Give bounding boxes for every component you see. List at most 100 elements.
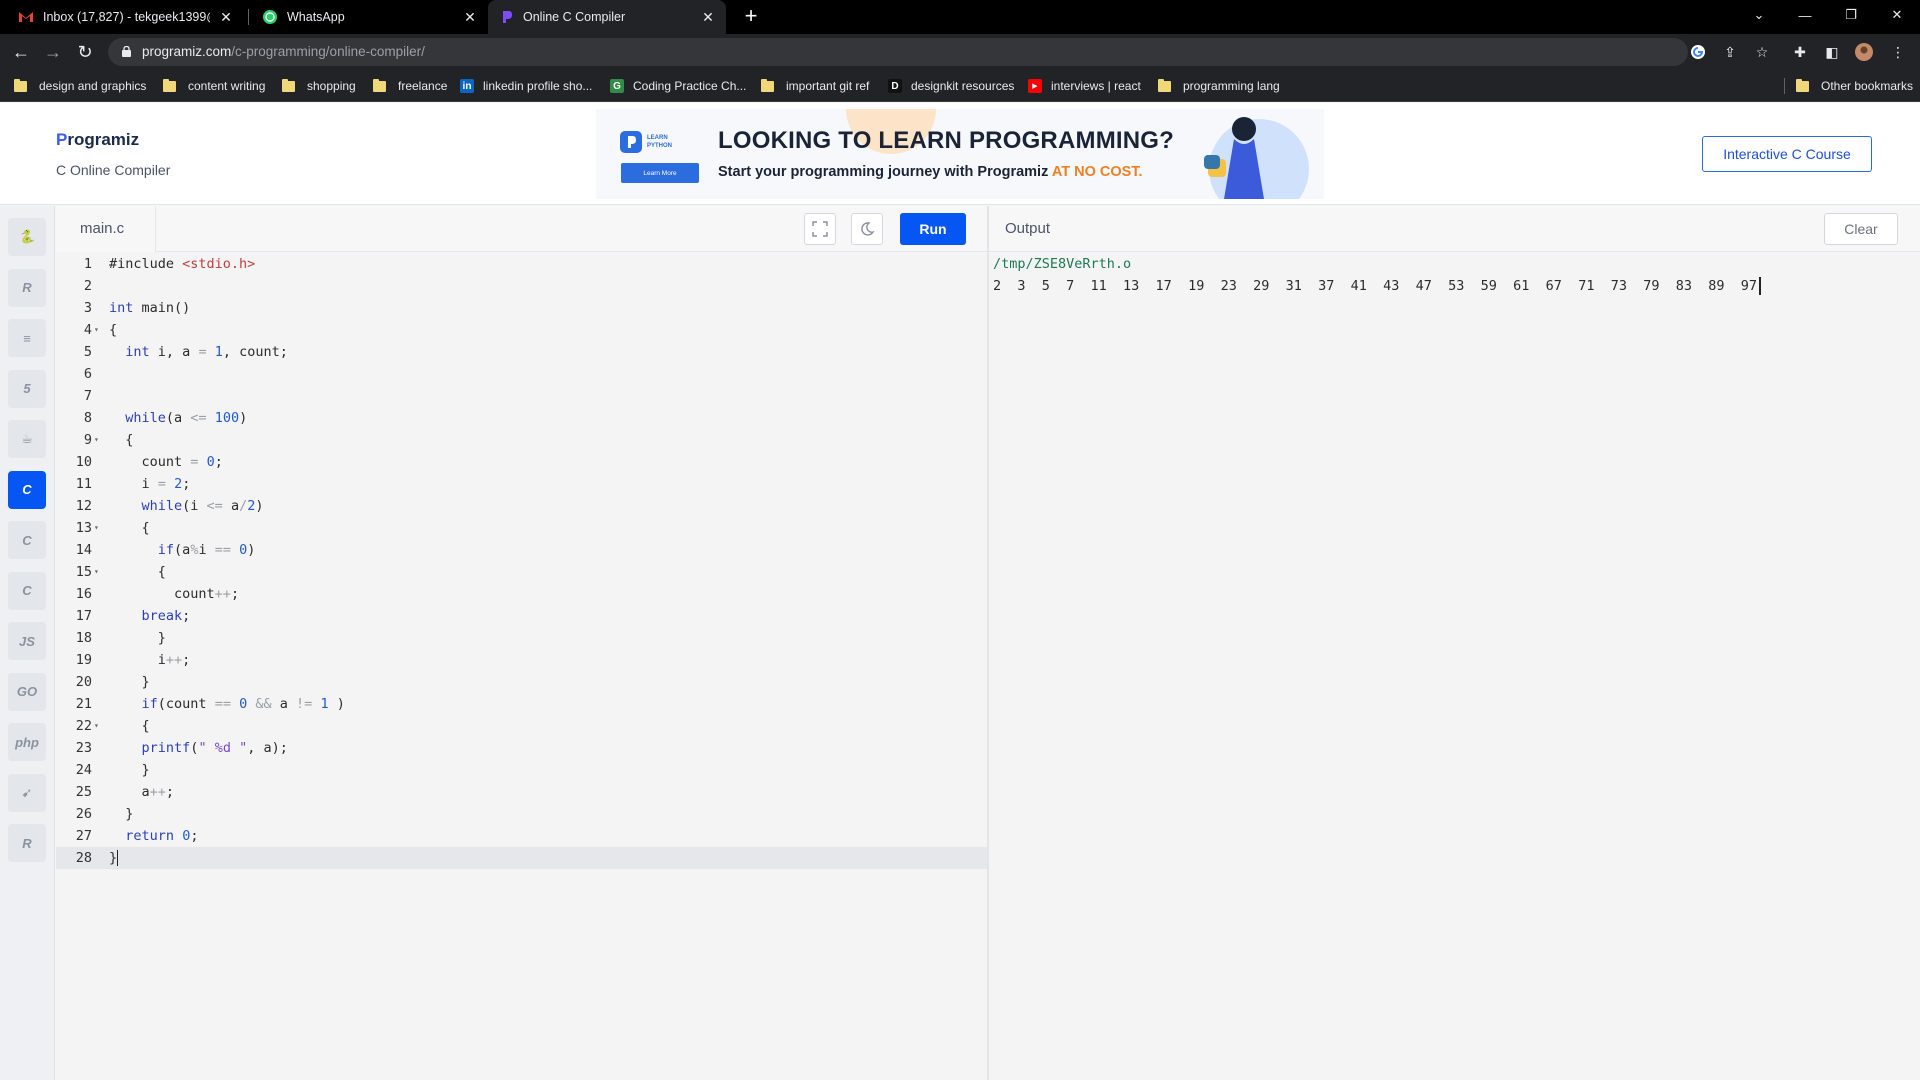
bookmark-interviews-react[interactable]: ▶ interviews | react xyxy=(1028,78,1141,94)
code-line[interactable]: 13 ▾ { xyxy=(56,517,988,539)
fold-arrow-icon[interactable]: ▾ xyxy=(94,517,99,539)
sql-icon[interactable]: ≡ xyxy=(8,319,46,357)
programiz-logo[interactable]: Programiz xyxy=(56,130,139,150)
side-panel-icon[interactable]: ◧ xyxy=(1822,42,1842,62)
r-icon[interactable]: R xyxy=(8,268,46,307)
java-icon[interactable]: ☕ xyxy=(8,420,46,458)
fold-arrow-icon[interactable]: ▾ xyxy=(94,429,99,451)
code-line[interactable]: 17 break; xyxy=(56,605,988,627)
file-tab-main-c[interactable]: main.c xyxy=(56,206,156,252)
bookmark-freelance[interactable]: freelance xyxy=(373,78,447,94)
moon-icon xyxy=(861,222,875,236)
code-line[interactable]: 28} xyxy=(56,847,988,869)
line-number: 9 xyxy=(83,432,92,448)
other-bookmarks[interactable]: Other bookmarks xyxy=(1796,78,1913,94)
code-text: } xyxy=(109,850,119,866)
code-line[interactable]: 6 xyxy=(56,363,988,385)
code-line[interactable]: 11 i = 2; xyxy=(56,473,988,495)
minimize-button[interactable]: — xyxy=(1782,0,1828,30)
tab-online-c-compiler[interactable]: Online C Compiler ✕ xyxy=(488,0,726,34)
code-line[interactable]: 1 #include <stdio.h> xyxy=(56,253,988,275)
bookmark-coding-practice[interactable]: G Coding Practice Ch... xyxy=(610,78,746,94)
code-line[interactable]: 2 xyxy=(56,275,988,297)
fold-arrow-icon[interactable]: ▾ xyxy=(94,715,99,737)
code-line[interactable]: 26 } xyxy=(56,803,988,825)
code-text: count++; xyxy=(109,586,240,602)
output-title: Output xyxy=(1005,220,1051,237)
code-line[interactable]: 4 ▾ { xyxy=(56,319,988,341)
code-line[interactable]: 19 i++; xyxy=(56,649,988,671)
bookmark-important-git-ref[interactable]: important git ref xyxy=(761,78,869,94)
clear-button[interactable]: Clear xyxy=(1824,213,1898,245)
address-bar[interactable]: programiz.com/c-programming/online-compi… xyxy=(108,38,1688,66)
google-lens-icon[interactable] xyxy=(1688,42,1708,62)
reload-button[interactable]: ↻ xyxy=(74,42,96,62)
bookmark-designkit-resources[interactable]: Ddesignkit resources xyxy=(888,78,1014,94)
tab-search-icon[interactable]: ⌄ xyxy=(1736,0,1782,30)
profile-avatar[interactable] xyxy=(1854,42,1874,62)
tab-gmail[interactable]: Inbox (17,827) - tekgeek1399@gmail.com -… xyxy=(8,0,244,34)
code-line[interactable]: 10 count = 0; xyxy=(56,451,988,473)
extensions-icon[interactable]: ✚ xyxy=(1790,42,1810,62)
code-line[interactable]: 23 printf(" %d ", a); xyxy=(56,737,988,759)
close-tab-icon[interactable]: ✕ xyxy=(700,9,716,26)
js-icon[interactable]: JS xyxy=(8,622,46,660)
close-window-button[interactable]: ✕ xyxy=(1874,0,1920,30)
code-editor[interactable]: 1 #include <stdio.h> 2 3 int main() 4 ▾{5 int … xyxy=(56,253,988,1080)
code-line[interactable]: 24 } xyxy=(56,759,988,781)
tab-whatsapp[interactable]: WhatsApp ✕ xyxy=(252,0,488,34)
dark-mode-toggle[interactable] xyxy=(851,213,883,245)
bookmark-design-and-graphics[interactable]: design and graphics xyxy=(14,78,146,94)
code-line[interactable]: 8 while(a <= 100) xyxy=(56,407,988,429)
folder-icon xyxy=(373,78,386,92)
line-number: 6 xyxy=(83,366,92,382)
run-button[interactable]: Run xyxy=(900,213,966,245)
bookmark-linkedin[interactable]: in linkedin profile sho... xyxy=(460,78,592,94)
code-line[interactable]: 7 xyxy=(56,385,988,407)
bookmark-content-writing[interactable]: content writing xyxy=(163,78,265,94)
code-line[interactable]: 5 int i, a = 1, count; xyxy=(56,341,988,363)
share-icon[interactable]: ⇪ xyxy=(1720,42,1740,62)
go-icon[interactable]: GO xyxy=(8,672,46,711)
fullscreen-button[interactable] xyxy=(804,213,836,245)
back-button[interactable]: ← xyxy=(10,42,32,62)
new-tab-button[interactable]: + xyxy=(738,4,764,30)
code-line[interactable]: 25 a++; xyxy=(56,781,988,803)
close-tab-icon[interactable]: ✕ xyxy=(218,9,234,26)
code-line[interactable]: 18 } xyxy=(56,627,988,649)
php-icon[interactable]: php xyxy=(8,723,46,761)
code-line[interactable]: 3 int main() xyxy=(56,297,988,319)
code-text: i++; xyxy=(109,652,191,668)
forward-button[interactable]: → xyxy=(42,42,64,62)
cpp-icon[interactable]: C xyxy=(8,521,46,559)
code-line[interactable]: 22 ▾ { xyxy=(56,715,988,737)
close-tab-icon[interactable]: ✕ xyxy=(462,9,478,26)
ad-learn-more-button[interactable]: Learn More xyxy=(621,163,699,183)
code-line[interactable]: 27 return 0; xyxy=(56,825,988,847)
output-console[interactable]: /tmp/ZSE8VeRrth.o 2 3 5 7 11 13 17 19 23… xyxy=(989,253,1920,1080)
fold-arrow-icon[interactable]: ▾ xyxy=(94,561,99,583)
restore-button[interactable]: ❐ xyxy=(1828,0,1874,30)
browser-tab-bar: Inbox (17,827) - tekgeek1399@gmail.com -… xyxy=(0,0,1920,34)
bookmark-star-icon[interactable]: ☆ xyxy=(1752,42,1772,62)
code-line[interactable]: 12 while(i <= a/2) xyxy=(56,495,988,517)
html-icon[interactable]: 5 xyxy=(8,369,46,408)
code-line[interactable]: 16 count++; xyxy=(56,583,988,605)
ad-banner[interactable]: LEARN PYTHON Learn More LOOKING TO LEARN… xyxy=(596,109,1324,199)
code-line[interactable]: 15 ▾ { xyxy=(56,561,988,583)
python-icon[interactable]: 🐍 xyxy=(8,218,46,256)
bookmark-programming-lang[interactable]: programming lang xyxy=(1158,78,1280,94)
menu-kebab-icon[interactable]: ⋮ xyxy=(1888,42,1908,62)
bookmark-shopping[interactable]: shopping xyxy=(282,78,356,94)
csharp-icon[interactable]: C xyxy=(8,571,46,610)
code-line[interactable]: 14 if(a%i == 0) xyxy=(56,539,988,561)
interactive-c-course-button[interactable]: Interactive C Course xyxy=(1702,136,1872,172)
code-line[interactable]: 21 if(count == 0 && a != 1 ) xyxy=(56,693,988,715)
rust-icon[interactable]: R xyxy=(8,824,46,862)
code-line[interactable]: 20 } xyxy=(56,671,988,693)
code-text: { xyxy=(109,432,134,448)
swift-icon[interactable]: ➹ xyxy=(8,773,46,812)
fold-arrow-icon[interactable]: ▾ xyxy=(94,319,99,341)
c-icon[interactable]: C xyxy=(8,470,46,509)
code-line[interactable]: 9 ▾ { xyxy=(56,429,988,451)
